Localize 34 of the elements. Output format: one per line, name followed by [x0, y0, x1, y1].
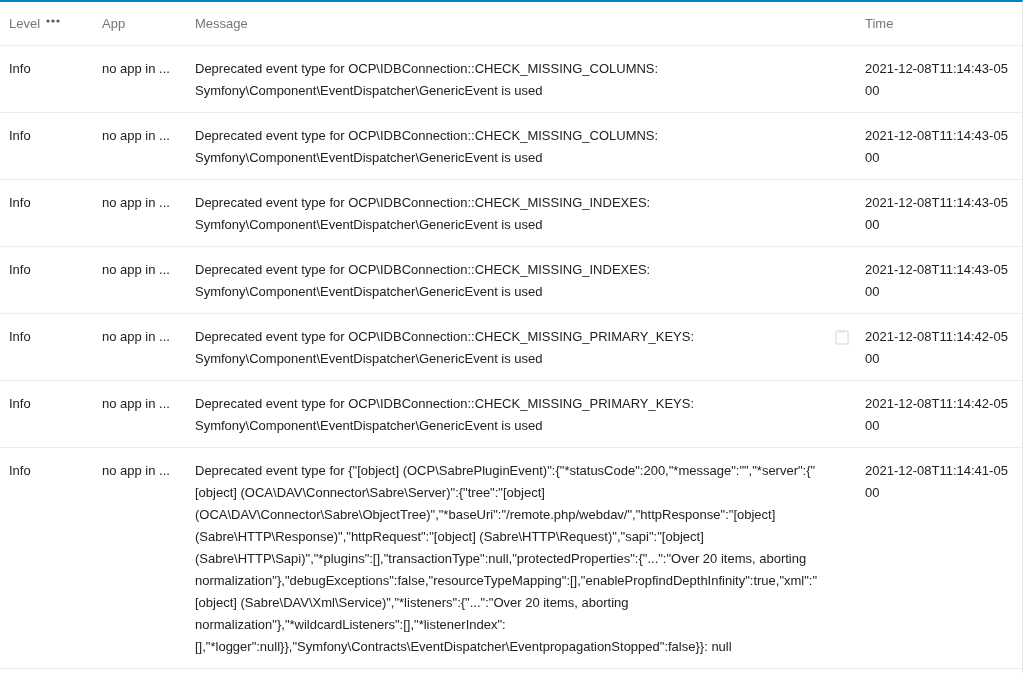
app-cell-text: no app in ...: [102, 194, 171, 212]
clipboard-icon[interactable]: [835, 329, 849, 345]
message-cell-text: Deprecated event type for OCP\IDBConnection::CHECK_MISSING_PRIMARY_KEYS: Symfony\Component\EventDispatcher\GenericEvent is used: [195, 328, 696, 368]
level-cell-text: Info: [9, 328, 32, 346]
app-cell-text: no app in ...: [102, 261, 171, 279]
message-cell-text: Deprecated event type for OCP\IDBConnection::CHECK_MISSING_COLUMNS: Symfony\Component\EventDispatcher\GenericEvent is used: [195, 60, 660, 100]
column-header: App: [102, 14, 126, 33]
column-header: Message: [195, 14, 248, 33]
time-cell-text: 2021-12-08T11:14:41-0500: [865, 462, 1009, 502]
level-cell-text: Info: [9, 395, 32, 413]
time-cell-text: 2021-12-08T11:14:42-0500: [865, 395, 1009, 435]
time-cell-text: 2021-12-08T11:14:43-0500: [865, 261, 1009, 301]
more-icon[interactable]: [46, 18, 61, 23]
app-cell-text: no app in ...: [102, 328, 171, 346]
message-cell-text: Deprecated event type for {"[object] (OCP\SabrePluginEvent)":{"*statusCode":200,"*message":"","*server":{"[object] (OCA\DAV\Connector\Sabre\Server)":{"tree":"[object] (OCA\DAV\Connector\Sabre\ObjectTree)","*baseUri":"/remote.php/webdav/","httpResponse":"[object] (Sabre\HTTP\Response)","httpRequest":"[object] (Sabre\HTTP\Request)","sapi":"[object] (Sabre\HTTP\Sapi)","*plugins":[],"transactionType":null,"protectedProperties":{"...":"Over 20 items, aborting normalization"},"debugExceptions":false,"resourceTypeMapping":[],"enablePropfindDepthInfinity":true,"xml":"[object] (Sabre\DAV\Xml\Service)","*listeners":{"...":"Over 20 items, aborting normalization"},"*wildcardListeners":[],"*listenerIndex":[],"*logger":null}},"Symfony\Contracts\EventDispatcher\EventpropagationStopped":false}}: null: [195, 462, 819, 656]
level-cell-text: Info: [9, 194, 32, 212]
level-cell-text: Info: [9, 261, 32, 279]
message-cell-text: Deprecated event type for OCP\IDBConnection::CHECK_MISSING_INDEXES: Symfony\Component\EventDispatcher\GenericEvent is used: [195, 194, 652, 234]
level-cell-text: Info: [9, 462, 32, 480]
level-cell-text: Info: [9, 127, 32, 145]
time-cell-text: 2021-12-08T11:14:43-0500: [865, 194, 1009, 234]
message-cell-text: Deprecated event type for OCP\IDBConnection::CHECK_MISSING_COLUMNS: Symfony\Component\EventDispatcher\GenericEvent is used: [195, 127, 660, 167]
app-cell-text: no app in ...: [102, 462, 171, 480]
time-cell-text: 2021-12-08T11:14:42-0500: [865, 328, 1009, 368]
app-cell-text: no app in ...: [102, 127, 171, 145]
message-cell-text: Deprecated event type for OCP\IDBConnection::CHECK_MISSING_INDEXES: Symfony\Component\EventDispatcher\GenericEvent is used: [195, 261, 652, 301]
level-cell-text: Info: [9, 60, 32, 78]
column-header: Time: [865, 14, 894, 33]
app-cell-text: no app in ...: [102, 395, 171, 413]
app-cell-text: no app in ...: [102, 60, 171, 78]
message-cell-text: Deprecated event type for OCP\IDBConnection::CHECK_MISSING_PRIMARY_KEYS: Symfony\Component\EventDispatcher\GenericEvent is used: [195, 395, 696, 435]
column-header: Level: [9, 14, 41, 33]
time-cell-text: 2021-12-08T11:14:43-0500: [865, 127, 1009, 167]
time-cell-text: 2021-12-08T11:14:43-0500: [865, 60, 1009, 100]
